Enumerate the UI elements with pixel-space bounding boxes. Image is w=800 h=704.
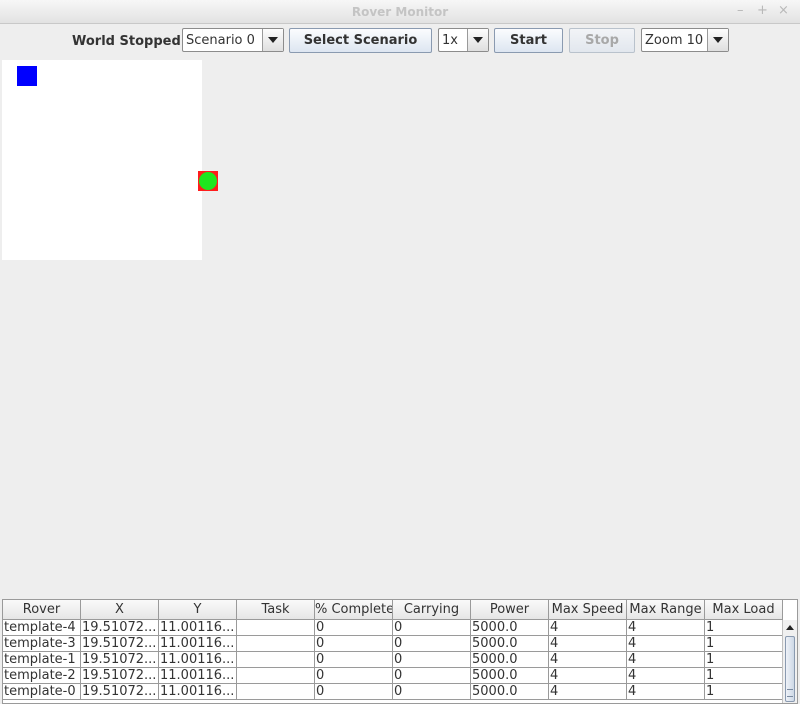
table-cell	[237, 636, 315, 652]
table-cell: 4	[627, 668, 705, 684]
column-header[interactable]: Rover	[3, 600, 81, 620]
table-cell: 0	[393, 620, 471, 636]
table-cell: 0	[315, 652, 393, 668]
table-row[interactable]: template-1 19.51072... 11.00116... 0 0 5000.0…	[3, 652, 783, 668]
table-cell: 4	[549, 652, 627, 668]
table-cell: 0	[315, 684, 393, 700]
start-button[interactable]: Start	[494, 28, 563, 53]
table-cell: 4	[627, 636, 705, 652]
table-cell: 19.51072...	[81, 668, 159, 684]
grip-icon	[787, 689, 793, 697]
column-header[interactable]: Carrying	[393, 600, 471, 620]
scenario-dropdown[interactable]: Scenario 0	[182, 28, 284, 52]
chevron-down-icon[interactable]	[262, 29, 283, 51]
table-cell: 11.00116...	[159, 620, 237, 636]
minimize-icon[interactable]: –	[737, 3, 744, 19]
column-header[interactable]: Max Range	[627, 600, 705, 620]
scenario-dropdown-value: Scenario 0	[186, 33, 255, 48]
table-cell: 19.51072...	[81, 620, 159, 636]
table-cell: template-2	[3, 668, 81, 684]
table-cell	[237, 668, 315, 684]
table-cell: template-1	[3, 652, 81, 668]
stop-button[interactable]: Stop	[569, 28, 635, 53]
table-cell: 5000.0	[471, 668, 549, 684]
table-cell: 19.51072...	[81, 636, 159, 652]
window-title: Rover Monitor	[351, 5, 449, 19]
toolbar: World Stopped Scenario 0 Select Scenario…	[0, 24, 800, 60]
close-icon[interactable]: ×	[778, 3, 789, 19]
table-row[interactable]: template-4 19.51072... 11.00116... 0 0 5000.0…	[3, 620, 783, 636]
column-header[interactable]: Y	[159, 600, 237, 620]
table-row[interactable]: template-2 19.51072... 11.00116... 0 0 5000.0…	[3, 668, 783, 684]
world-canvas[interactable]	[2, 60, 202, 260]
table-cell: 0	[393, 636, 471, 652]
table-cell: 4	[627, 684, 705, 700]
table-body: template-4 19.51072... 11.00116... 0 0 5000.0…	[3, 620, 783, 700]
table-cell: 1	[705, 684, 783, 700]
table-cell	[237, 652, 315, 668]
table-cell	[237, 684, 315, 700]
column-header[interactable]: X	[81, 600, 159, 620]
rover-marker	[17, 66, 37, 86]
rover-table: Rover X Y Task% Complete Carrying Power Max Sp…	[2, 599, 798, 704]
table-cell: 4	[549, 636, 627, 652]
table-cell: 5000.0	[471, 636, 549, 652]
table-cell: 4	[549, 620, 627, 636]
column-header[interactable]: Power	[471, 600, 549, 620]
world-status-label: World Stopped	[72, 34, 181, 49]
table-cell: 5000.0	[471, 684, 549, 700]
column-header[interactable]: Max Speed	[549, 600, 627, 620]
zoom-dropdown-value: Zoom 10	[645, 33, 704, 48]
table-cell: 5000.0	[471, 652, 549, 668]
table-row[interactable]: template-0 19.51072... 11.00116... 0 0 5000.0…	[3, 684, 783, 700]
table-cell: 1	[705, 620, 783, 636]
table-cell: 0	[393, 668, 471, 684]
table-cell: 1	[705, 652, 783, 668]
table-cell	[237, 620, 315, 636]
table-cell: 11.00116...	[159, 684, 237, 700]
maximize-icon[interactable]: +	[757, 3, 768, 19]
table-cell: 1	[705, 636, 783, 652]
table-header: Rover X Y Task% Complete Carrying Power Max Sp…	[3, 600, 783, 620]
vertical-scrollbar[interactable]	[782, 620, 797, 703]
table-row[interactable]: template-3 19.51072... 11.00116... 0 0 5000.0…	[3, 636, 783, 652]
table-cell: 4	[549, 668, 627, 684]
speed-dropdown-value: 1x	[442, 33, 458, 48]
table-cell: 1	[705, 668, 783, 684]
target-marker	[199, 172, 217, 190]
table-cell: 11.00116...	[159, 636, 237, 652]
table-cell: 0	[393, 652, 471, 668]
table-cell: 4	[627, 620, 705, 636]
scrollbar-thumb[interactable]	[785, 636, 795, 702]
table-cell: 19.51072...	[81, 684, 159, 700]
scroll-up-icon[interactable]	[783, 620, 797, 634]
speed-dropdown[interactable]: 1x	[438, 28, 489, 52]
column-header[interactable]: Task	[237, 600, 315, 620]
table-cell: 0	[393, 684, 471, 700]
table-cell: template-0	[3, 684, 81, 700]
table-cell: 4	[627, 652, 705, 668]
column-header[interactable]: % Complete	[315, 600, 393, 620]
table-cell: 0	[315, 636, 393, 652]
table-cell: 5000.0	[471, 620, 549, 636]
chevron-down-icon[interactable]	[707, 29, 728, 51]
table-cell: 11.00116...	[159, 668, 237, 684]
table-cell: 11.00116...	[159, 652, 237, 668]
column-header[interactable]: Max Load	[705, 600, 783, 620]
table-cell: template-4	[3, 620, 81, 636]
chevron-down-icon[interactable]	[467, 29, 488, 51]
zoom-dropdown[interactable]: Zoom 10	[641, 28, 729, 52]
table-cell: 0	[315, 620, 393, 636]
select-scenario-button[interactable]: Select Scenario	[289, 28, 432, 53]
table-cell: 0	[315, 668, 393, 684]
table-cell: 4	[549, 684, 627, 700]
table-cell: 19.51072...	[81, 652, 159, 668]
table-cell: template-3	[3, 636, 81, 652]
title-bar: Rover Monitor – + ×	[0, 0, 800, 24]
